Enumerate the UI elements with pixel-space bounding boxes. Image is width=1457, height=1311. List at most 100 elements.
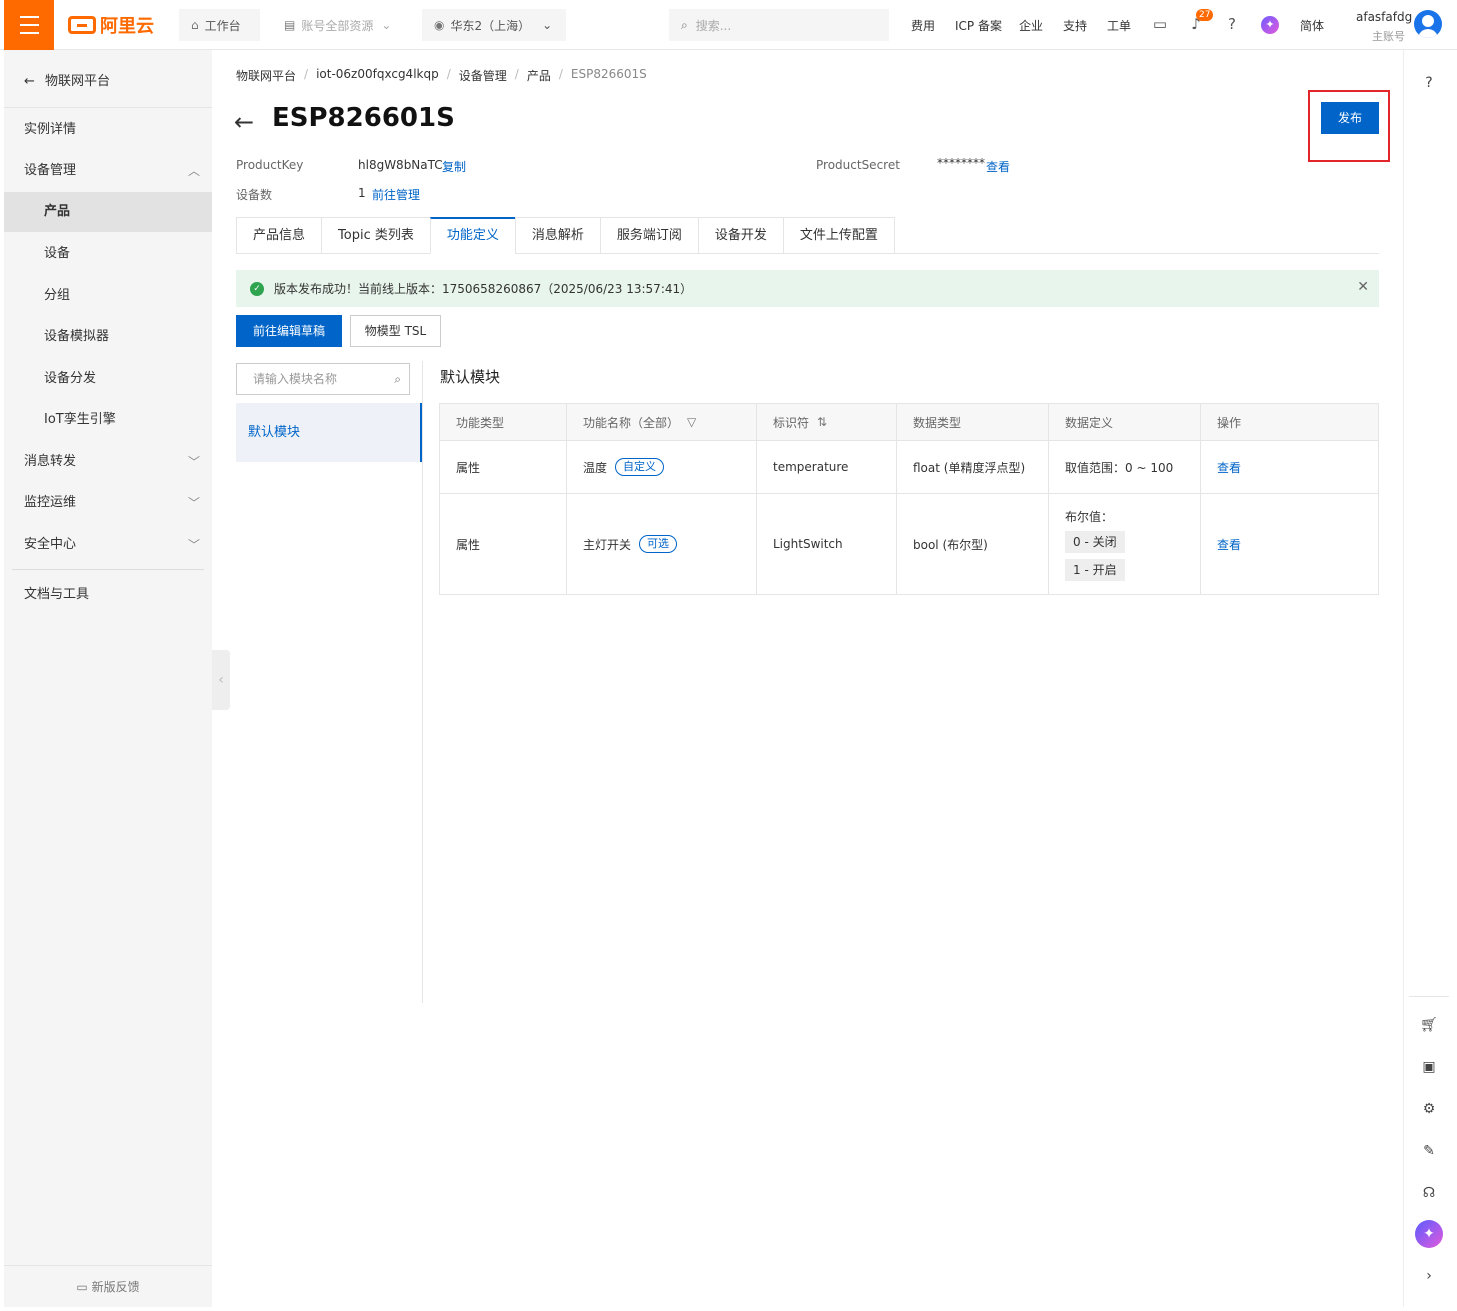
success-alert: ✓ 版本发布成功！当前线上版本：1750658260867（2025/06/23… [236, 270, 1379, 307]
tab-message-parsing[interactable]: 消息解析 [514, 217, 600, 254]
terminal-icon[interactable]: ▭ [1151, 15, 1169, 33]
tab-function-definition[interactable]: 功能定义 [429, 217, 515, 254]
module-search-input[interactable]: 请输入模块名称 ⌕ [236, 363, 410, 395]
breadcrumb: 物联网平台 / iot-06z00fqxcg4lkqp / 设备管理 / 产品 / ES… [236, 67, 647, 84]
product-secret-label: ProductSecret [816, 158, 900, 172]
tab-topic-list[interactable]: Topic 类列表 [321, 217, 430, 254]
function-table: 功能类型 功能名称（全部） ▽ 标识符 ⇅ 数据类型 数据定义 操作 属性 温度 自定… [439, 403, 1379, 595]
breadcrumb-item[interactable]: 物联网平台 [236, 67, 296, 84]
manage-devices-link[interactable]: 前往管理 [372, 186, 420, 203]
sidebar-back-button[interactable]: ← 物联网平台 [24, 70, 110, 89]
table-row: 属性 温度 自定义 temperature float (单精度浮点型) 取值范围… [440, 441, 1378, 494]
product-key-label: ProductKey [236, 158, 304, 172]
device-count-label: 设备数 [236, 188, 273, 202]
alert-message: 版本发布成功！当前线上版本：1750658260867（2025/06/23 1… [274, 282, 693, 296]
top-bar: 阿里云 ⌂ 工作台 ▤ 账号全部资源 ⌄ ◉ 华东2（上海） ⌄ ⌕ 搜索...… [0, 0, 1457, 50]
settings-icon[interactable]: ⚙ [1420, 1100, 1438, 1118]
header-cell: 功能名称（全部） ▽ [567, 404, 757, 440]
sidebar-item-device[interactable]: 设备 [4, 234, 212, 274]
search-icon[interactable]: ⌕ [394, 364, 401, 394]
sidebar-item-iot-twin-engine[interactable]: IoT孪生引擎 [4, 400, 212, 440]
breadcrumb-item[interactable]: 产品 [527, 67, 551, 84]
sidebar-item-security[interactable]: 安全中心 ﹀ [4, 525, 212, 565]
sidebar-item-device-management[interactable]: 设备管理 ︿ [4, 151, 212, 191]
data-definition-cell: 布尔值： 0 - 关闭 1 - 开启 [1049, 494, 1201, 594]
breadcrumb-item[interactable]: 设备管理 [459, 67, 507, 84]
account-name[interactable]: afasfafdg [1356, 10, 1412, 24]
publish-button[interactable]: 发布 [1321, 102, 1379, 134]
ai-assistant-icon[interactable]: ✦ [1261, 16, 1279, 34]
edit-draft-button[interactable]: 前往编辑草稿 [236, 315, 342, 347]
right-rail: ? 🛒︎ ▣ ⚙ ✎ ☊ ✦ › [1403, 50, 1453, 1307]
sidebar-item-device-simulator[interactable]: 设备模拟器 [4, 317, 212, 357]
tab-server-subscription[interactable]: 服务端订阅 [599, 217, 698, 254]
sidebar-item-group[interactable]: 分组 [4, 276, 212, 316]
view-link[interactable]: 查看 [1217, 459, 1241, 476]
copy-link[interactable]: 复制 [442, 158, 466, 175]
support-link[interactable]: 支持 [1063, 17, 1087, 34]
billing-link[interactable]: 费用 [911, 17, 935, 34]
headset-icon[interactable]: ☊ [1420, 1184, 1438, 1202]
help-icon[interactable]: ? [1420, 74, 1438, 92]
menu-icon[interactable] [4, 0, 54, 50]
back-arrow-icon[interactable]: ← [234, 108, 254, 136]
chevron-down-icon: ⌄ [381, 18, 392, 32]
filter-icon[interactable]: ▽ [687, 415, 696, 429]
view-link[interactable]: 查看 [1217, 536, 1241, 553]
sidebar-item-docs-tools[interactable]: 文档与工具 [4, 575, 212, 615]
section-title: 默认模块 [440, 368, 501, 386]
action-cell: 查看 [1201, 441, 1378, 493]
divider [1409, 996, 1449, 997]
header-cell: 操作 [1217, 415, 1242, 430]
ai-assistant-icon[interactable]: ✦ [1415, 1220, 1443, 1248]
sidebar-collapse-handle[interactable]: ‹ [212, 650, 230, 710]
search-input[interactable]: ⌕ 搜索... [669, 9, 889, 41]
sidebar-item-monitoring[interactable]: 监控运维 ﹀ [4, 483, 212, 523]
feedback-button[interactable]: ▭ 新版反馈 [4, 1265, 212, 1307]
region-select[interactable]: ◉ 华东2（上海） ⌄ [422, 9, 566, 41]
api-icon[interactable]: ▣ [1420, 1058, 1438, 1076]
icp-link[interactable]: ICP 备案 [955, 17, 1002, 34]
tsl-button[interactable]: 物模型 TSL [350, 315, 441, 347]
function-name-cell: 温度 自定义 [567, 441, 757, 493]
page-title: ESP826601S [272, 103, 455, 133]
ticket-link[interactable]: 工单 [1107, 17, 1131, 34]
bool-value-chip: 1 - 开启 [1065, 558, 1125, 581]
workbench-button[interactable]: ⌂ 工作台 [179, 9, 260, 41]
home-icon: ⌂ [191, 18, 199, 32]
sort-icon[interactable]: ⇅ [817, 415, 827, 429]
edit-icon[interactable]: ✎ [1420, 1142, 1438, 1160]
chevron-down-icon: ﹀ [187, 455, 200, 469]
action-cell: 查看 [1201, 494, 1378, 594]
sidebar-item-message-forwarding[interactable]: 消息转发 ﹀ [4, 442, 212, 482]
aliyun-logo[interactable]: 阿里云 [68, 13, 154, 37]
product-key-value: hl8gW8bNaTC [358, 158, 443, 172]
bool-value-chip: 0 - 关闭 [1065, 530, 1125, 553]
cart-icon[interactable]: 🛒︎ [1420, 1016, 1438, 1034]
sidebar: ← 物联网平台 实例详情 设备管理 ︿ 产品 设备 分组 设备模拟器 设备分发 I… [4, 50, 212, 1307]
enterprise-link[interactable]: 企业 [1019, 17, 1043, 34]
divider [4, 107, 212, 108]
sidebar-item-instance-details[interactable]: 实例详情 [4, 110, 212, 150]
table-header: 功能类型 功能名称（全部） ▽ 标识符 ⇅ 数据类型 数据定义 操作 [440, 404, 1378, 441]
help-icon[interactable]: ? [1223, 15, 1241, 33]
view-secret-link[interactable]: 查看 [986, 158, 1010, 175]
language-switch[interactable]: 简体 [1300, 17, 1324, 34]
chevron-right-icon[interactable]: › [1420, 1267, 1438, 1285]
tab-device-development[interactable]: 设备开发 [697, 217, 783, 254]
avatar[interactable] [1414, 10, 1442, 38]
breadcrumb-item[interactable]: iot-06z00fqxcg4lkqp [316, 67, 439, 84]
tab-product-info[interactable]: 产品信息 [236, 217, 322, 254]
account-resources-select[interactable]: ▤ 账号全部资源 ⌄ [272, 9, 410, 41]
identifier-cell: temperature [757, 441, 897, 493]
divider [422, 361, 423, 1003]
header-cell: 标识符 ⇅ [757, 404, 897, 440]
optional-tag: 可选 [639, 535, 678, 553]
close-icon[interactable]: ✕ [1357, 279, 1369, 295]
module-item-default[interactable]: 默认模块 [236, 403, 422, 462]
tab-bar: 产品信息 Topic 类列表 功能定义 消息解析 服务端订阅 设备开发 文件上传… [236, 217, 895, 254]
sidebar-item-device-distribution[interactable]: 设备分发 [4, 359, 212, 399]
header-cell: 功能类型 [440, 404, 567, 440]
tab-file-upload-config[interactable]: 文件上传配置 [782, 217, 895, 254]
sidebar-item-product[interactable]: 产品 [4, 192, 212, 232]
